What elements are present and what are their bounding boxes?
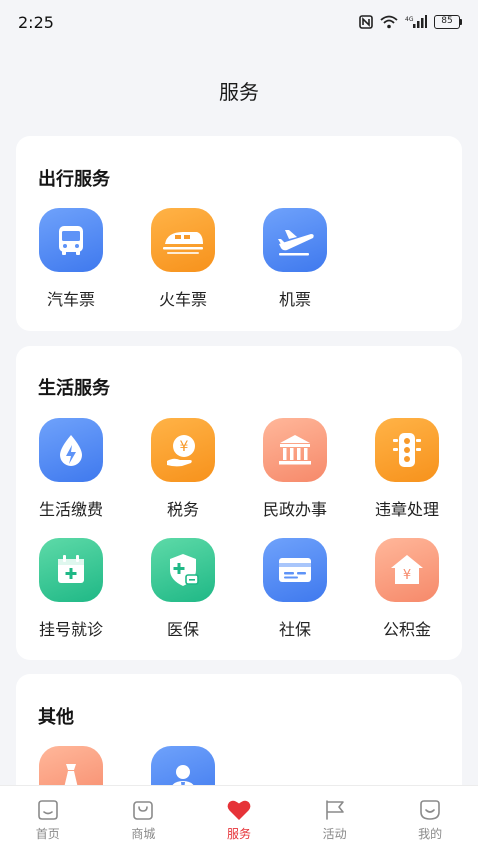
- bus-icon: [39, 208, 103, 272]
- tab-label: 服务: [226, 827, 251, 841]
- svg-text:¥: ¥: [180, 439, 189, 455]
- medical-shield-icon: [151, 538, 215, 602]
- heart-icon: [227, 800, 251, 820]
- service-flight-ticket[interactable]: 机票: [240, 208, 350, 318]
- water-bolt-icon: [39, 418, 103, 482]
- service-label: 民政办事: [262, 500, 327, 519]
- status-time: 2:25: [18, 12, 54, 32]
- service-civil-affairs[interactable]: 民政办事: [240, 418, 350, 528]
- status-bar: 2:25 4G 85: [0, 0, 478, 44]
- section-title: 其他: [38, 707, 74, 728]
- cellular-signal-icon: 4G: [405, 15, 427, 28]
- service-label: 火车票: [158, 290, 207, 309]
- service-label: 社保: [278, 620, 311, 639]
- service-label: 挂号就诊: [38, 620, 103, 639]
- tab-shop[interactable]: 商城: [96, 786, 192, 850]
- airplane-icon: [263, 208, 327, 272]
- status-icons: 4G 85: [359, 15, 462, 29]
- government-building-icon: [263, 418, 327, 482]
- service-hospital-registration[interactable]: 挂号就诊: [16, 538, 126, 648]
- battery-level: 85: [434, 15, 460, 29]
- service-housing-fund[interactable]: ¥ 公积金: [352, 538, 462, 648]
- life-services-card: 生活服务 生活缴费 ¥ 税务 民政办事 违章处理 挂号就诊 医保 社保 ¥ 公积…: [16, 346, 462, 660]
- social-security-card-icon: [263, 538, 327, 602]
- service-label: 公积金: [382, 620, 431, 639]
- train-icon: [151, 208, 215, 272]
- yen-hand-icon: ¥: [151, 418, 215, 482]
- tab-home[interactable]: 首页: [0, 786, 96, 850]
- service-label: 违章处理: [374, 500, 439, 519]
- service-label: 医保: [166, 620, 199, 639]
- service-utility-payment[interactable]: 生活缴费: [16, 418, 126, 528]
- tab-label: 活动: [322, 827, 347, 841]
- service-label: 机票: [278, 290, 311, 309]
- bottom-tab-bar: 首页 商城 服务 活动 我的: [0, 785, 478, 850]
- wifi-icon: [380, 15, 398, 29]
- tab-label: 首页: [35, 827, 60, 841]
- service-social-security[interactable]: 社保: [240, 538, 350, 648]
- battery-icon: 85: [434, 15, 462, 29]
- service-traffic-violation[interactable]: 违章处理: [352, 418, 462, 528]
- tab-profile[interactable]: 我的: [382, 786, 478, 850]
- svg-text:¥: ¥: [403, 568, 411, 583]
- tab-label: 商城: [131, 827, 156, 841]
- section-title: 出行服务: [38, 169, 110, 190]
- travel-services-card: 出行服务 汽车票 火车票 机票: [16, 136, 462, 331]
- tab-label: 我的: [418, 827, 443, 841]
- housing-fund-icon: ¥: [375, 538, 439, 602]
- service-label: 汽车票: [46, 290, 95, 309]
- page-title: 服务: [219, 80, 259, 104]
- section-title: 生活服务: [38, 378, 110, 399]
- tab-activities[interactable]: 活动: [287, 786, 383, 850]
- shop-bag-icon: [133, 801, 154, 820]
- smile-icon: [420, 800, 440, 820]
- service-bus-ticket[interactable]: 汽车票: [16, 208, 126, 318]
- service-label: 税务: [166, 500, 199, 519]
- flag-icon: [325, 800, 344, 820]
- medical-calendar-icon: [39, 538, 103, 602]
- service-tax[interactable]: ¥ 税务: [128, 418, 238, 528]
- home-icon: [37, 800, 58, 820]
- service-train-ticket[interactable]: 火车票: [128, 208, 238, 318]
- svg-text:4G: 4G: [405, 16, 414, 23]
- nfc-icon: [359, 15, 373, 29]
- tab-services[interactable]: 服务: [191, 786, 287, 850]
- service-medical-insurance[interactable]: 医保: [128, 538, 238, 648]
- traffic-light-icon: [375, 418, 439, 482]
- service-label: 生活缴费: [38, 500, 103, 519]
